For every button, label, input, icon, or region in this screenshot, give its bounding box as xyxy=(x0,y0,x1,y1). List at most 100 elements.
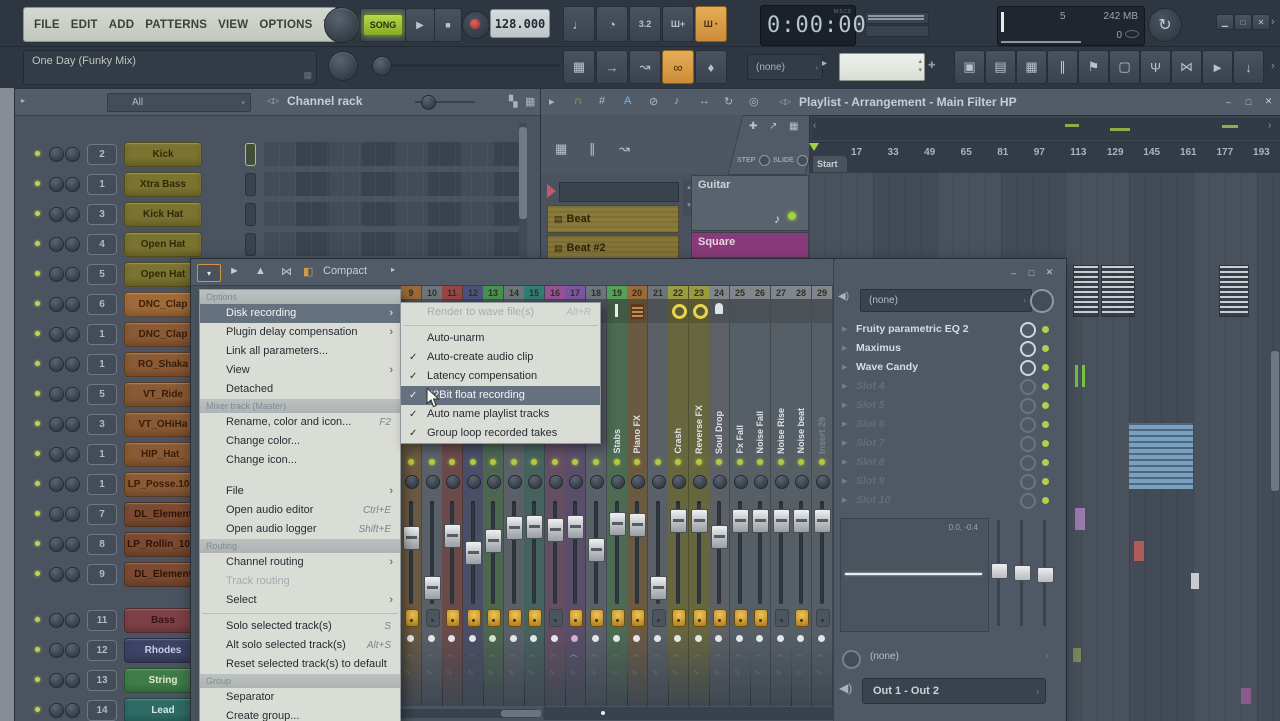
strip-mute-dot[interactable] xyxy=(797,635,804,642)
clip-fragment[interactable] xyxy=(1073,648,1081,662)
channel-volume-knob[interactable] xyxy=(65,477,80,492)
strip-stereo-knob[interactable] xyxy=(405,609,419,627)
menu-options[interactable]: OPTIONS xyxy=(259,19,312,31)
channel-led[interactable] xyxy=(35,301,40,306)
mixer-strip-23[interactable]: 23Reverse FX︿∿ xyxy=(689,286,710,706)
menu-item-alt-solo-selected-track-s[interactable]: Alt solo selected track(s)Alt+S xyxy=(200,636,400,655)
strip-pan-knob[interactable] xyxy=(611,475,625,489)
strip-mute-dot[interactable] xyxy=(592,635,599,642)
slot-arrow-icon[interactable]: ▶ xyxy=(842,458,847,466)
strip-pan-knob[interactable] xyxy=(775,475,789,489)
channel-led[interactable] xyxy=(35,331,40,336)
menu-item-link-all-parameters[interactable]: Link all parameters... xyxy=(200,342,400,361)
strip-number[interactable]: 28 xyxy=(791,286,811,299)
pattern-selector[interactable]: One Day (Funky Mix) ▦ xyxy=(23,50,317,85)
send-knob[interactable] xyxy=(842,650,861,669)
strip-fader-handle[interactable] xyxy=(403,526,420,550)
channel-button[interactable]: Kick xyxy=(124,142,202,167)
mixer-hscrollbar-thumb[interactable] xyxy=(501,710,541,717)
menu-item-reset-selected-track-s-to-default[interactable]: Reset selected track(s) to default xyxy=(200,655,400,674)
portamento-button[interactable]: ↝ xyxy=(629,50,661,84)
strip-pan-knob[interactable] xyxy=(569,475,583,489)
slot-mix-knob[interactable] xyxy=(1020,455,1036,471)
track-header[interactable]: Square xyxy=(691,232,809,258)
strip-number[interactable]: 12 xyxy=(463,286,483,299)
strip-pan-knob[interactable] xyxy=(693,475,707,489)
chevron-right-icon[interactable]: ▸ xyxy=(391,265,395,274)
channel-number[interactable]: 1 xyxy=(87,354,117,375)
strip-pan-knob[interactable] xyxy=(508,475,522,489)
step-edit-button[interactable]: → xyxy=(596,50,628,84)
channel-volume-knob[interactable] xyxy=(65,703,80,718)
channel-led[interactable] xyxy=(35,571,40,576)
channel-volume-knob[interactable] xyxy=(65,643,80,658)
mixer-close-button[interactable]: ✕ xyxy=(1042,266,1057,279)
fx-slot-10[interactable]: ▶Slot 10 xyxy=(834,491,1065,510)
pattern-play-marker[interactable] xyxy=(547,184,556,198)
menu-item-disk-recording[interactable]: Disk recording› xyxy=(200,304,400,323)
strip-stereo-knob[interactable] xyxy=(775,609,789,627)
menu-item-auto-unarm[interactable]: Auto-unarm xyxy=(401,329,600,348)
strip-expand-icon[interactable]: ︿ xyxy=(776,649,783,659)
strip-fader-handle[interactable] xyxy=(567,515,584,539)
mixer-strip-19[interactable]: 19Stabs︿∿ xyxy=(607,286,628,706)
slot-enable-led[interactable] xyxy=(1042,440,1049,447)
channel-number[interactable]: 3 xyxy=(87,204,117,225)
menu-item-separator[interactable]: Separator xyxy=(200,688,400,707)
strip-stereo-knob[interactable] xyxy=(590,609,604,627)
snap-selector[interactable]: (none) › xyxy=(747,54,823,80)
app-minimize-button[interactable]: ▁ xyxy=(1216,14,1234,30)
menu-item-auto-create-audio-clip[interactable]: Auto-create audio clip✓ xyxy=(401,348,600,367)
strip-number[interactable]: 10 xyxy=(422,286,442,299)
strip-pan-knob[interactable] xyxy=(734,475,748,489)
playlist-maximize-button[interactable]: □ xyxy=(1241,95,1256,108)
strip-mute-dot[interactable] xyxy=(818,635,825,642)
strip-stereo-knob[interactable] xyxy=(528,609,542,627)
channel-volume-knob[interactable] xyxy=(65,567,80,582)
strip-number[interactable]: 19 xyxy=(607,286,627,299)
automation-icon[interactable]: A xyxy=(624,95,631,107)
strip-pan-knob[interactable] xyxy=(754,475,768,489)
menu-item-solo-selected-track-s[interactable]: Solo selected track(s)S xyxy=(200,617,400,636)
eq-band-fader-low[interactable] xyxy=(991,518,1007,630)
menu-item-render-to-wave-file-s[interactable]: Render to wave file(s)Alt+R xyxy=(401,303,600,322)
slot-mix-knob[interactable] xyxy=(1020,360,1036,376)
strip-led[interactable] xyxy=(449,459,455,465)
channel-pan-knob[interactable] xyxy=(49,267,64,282)
record-button[interactable] xyxy=(462,11,490,39)
strip-fader-handle[interactable] xyxy=(814,509,831,533)
channel-pan-knob[interactable] xyxy=(49,297,64,312)
channel-number[interactable]: 1 xyxy=(87,474,117,495)
strip-expand-icon[interactable]: ︿ xyxy=(653,649,660,659)
strip-pan-knob[interactable] xyxy=(528,475,542,489)
strip-mute-dot[interactable] xyxy=(756,635,763,642)
strip-fader-handle[interactable] xyxy=(444,524,461,548)
draw-icon[interactable]: ↗ xyxy=(769,121,777,132)
wave-view-icon[interactable]: ∥ xyxy=(589,141,596,157)
mixer-strip-24[interactable]: 24Soul Drop︿∿ xyxy=(709,286,730,706)
track-header[interactable]: Guitar♪ xyxy=(691,175,809,231)
channel-led[interactable] xyxy=(35,181,40,186)
time-display[interactable]: 0:00:00 M:S.CS xyxy=(760,5,856,46)
strip-stereo-knob[interactable] xyxy=(549,609,563,627)
strip-expand-icon[interactable]: ︿ xyxy=(612,649,619,659)
channel-volume-knob[interactable] xyxy=(65,417,80,432)
playlist-overview-bar[interactable]: ‹ › xyxy=(809,115,1280,143)
channel-volume-knob[interactable] xyxy=(65,297,80,312)
bowtie-mode-icon[interactable]: ⋈ xyxy=(281,265,292,278)
strip-expand-icon[interactable]: ︿ xyxy=(427,649,434,659)
strip-led[interactable] xyxy=(798,459,804,465)
strip-fader-handle[interactable] xyxy=(526,515,543,539)
strip-number[interactable]: 11 xyxy=(442,286,462,299)
channel-led[interactable] xyxy=(35,271,40,276)
menu-item-latency-compensation[interactable]: Latency compensation✓ xyxy=(401,367,600,386)
graph-editor-icon[interactable]: ▚ xyxy=(509,95,517,108)
track-insert-selector[interactable]: (none) › xyxy=(860,289,1032,312)
browser-button[interactable]: ⚑ xyxy=(1078,50,1109,84)
strip-led[interactable] xyxy=(737,459,743,465)
countdown-button[interactable]: 3.2 xyxy=(629,6,661,42)
menu-item-change-icon[interactable]: Change icon... xyxy=(200,451,400,470)
strip-mute-dot[interactable] xyxy=(510,635,517,642)
strip-pan-knob[interactable] xyxy=(487,475,501,489)
strip-led[interactable] xyxy=(572,459,578,465)
